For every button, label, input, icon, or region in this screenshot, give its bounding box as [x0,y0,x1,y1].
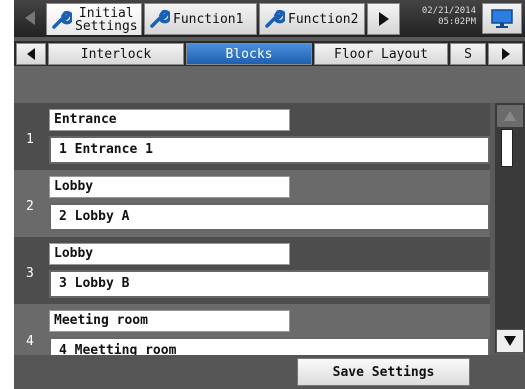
wrench-icon [150,9,170,28]
wrench-icon [52,10,72,29]
group-name-field[interactable]: Entrance [49,109,290,131]
row-number: 4 [26,334,34,349]
list-item: 4 Meeting room 4 Meetting room [14,304,490,355]
tab-interlock[interactable]: Interlock [48,43,184,65]
wrench-icon [265,9,285,28]
date-time-display: 02/21/2014 05:02PM [394,6,476,28]
top-tab-bar: Initial Settings Function1 Function2 02/… [14,0,525,37]
tab-floor-layout[interactable]: Floor Layout [314,43,448,65]
save-settings-label: Save Settings [332,364,435,380]
spacer-band [14,66,525,103]
tab-function2[interactable]: Function2 [259,3,365,35]
group-name-field[interactable]: Lobby [49,243,290,265]
top-prev-button[interactable] [16,3,44,33]
tab-initial-settings[interactable]: Initial Settings [46,3,142,35]
list-item: 2 Lobby 2 Lobby A [14,170,490,237]
footer-bar: Save Settings [14,355,525,389]
monitor-icon [491,8,513,28]
tab-blocks-label: Blocks [225,46,273,62]
scroll-up-button[interactable] [497,105,523,127]
scroll-down-button[interactable] [496,329,524,353]
tab-initial-settings-line2: Settings [75,18,138,34]
save-settings-button[interactable]: Save Settings [297,358,470,386]
tab-s-label: S [464,46,472,62]
list-item: 1 Entrance 1 Entrance 1 [14,103,490,170]
tab-interlock-label: Interlock [80,46,152,62]
scroll-thumb[interactable] [501,129,513,167]
left-arrow-icon [27,48,35,60]
block-name-field[interactable]: 4 Meetting room [49,337,490,355]
up-arrow-icon [504,111,516,121]
tab-s[interactable]: S [450,43,486,65]
tab-function2-label: Function2 [288,11,359,27]
row-number: 3 [26,266,34,281]
sub-tab-bar: Interlock Blocks Floor Layout S [14,41,525,66]
tab-function1-label: Function1 [173,11,244,27]
tab-initial-settings-line1: Initial [78,5,134,21]
row-number: 1 [26,132,34,147]
block-name-field[interactable]: 1 Entrance 1 [49,136,490,164]
list-item: 3 Lobby 3 Lobby B [14,237,490,304]
left-arrow-icon [25,11,35,25]
row-number: 2 [26,199,34,214]
touch-screen: Initial Settings Function1 Function2 02/… [14,0,525,389]
sub-prev-button[interactable] [16,43,46,65]
right-arrow-icon [501,48,510,60]
tab-blocks[interactable]: Blocks [186,43,312,65]
block-name-field[interactable]: 2 Lobby A [49,203,490,231]
group-name-field[interactable]: Meeting room [49,310,290,332]
scrollbar[interactable] [495,103,525,353]
sub-next-button[interactable] [488,43,523,65]
block-name-field[interactable]: 3 Lobby B [49,270,490,298]
time-text: 05:02PM [438,17,476,27]
right-arrow-icon [378,12,389,26]
tab-floor-layout-label: Floor Layout [334,46,428,62]
down-arrow-icon [504,336,516,346]
monitor-button[interactable] [482,3,522,34]
group-name-field[interactable]: Lobby [49,176,290,198]
tab-function1[interactable]: Function1 [144,3,257,35]
date-text: 02/21/2014 [421,6,476,16]
